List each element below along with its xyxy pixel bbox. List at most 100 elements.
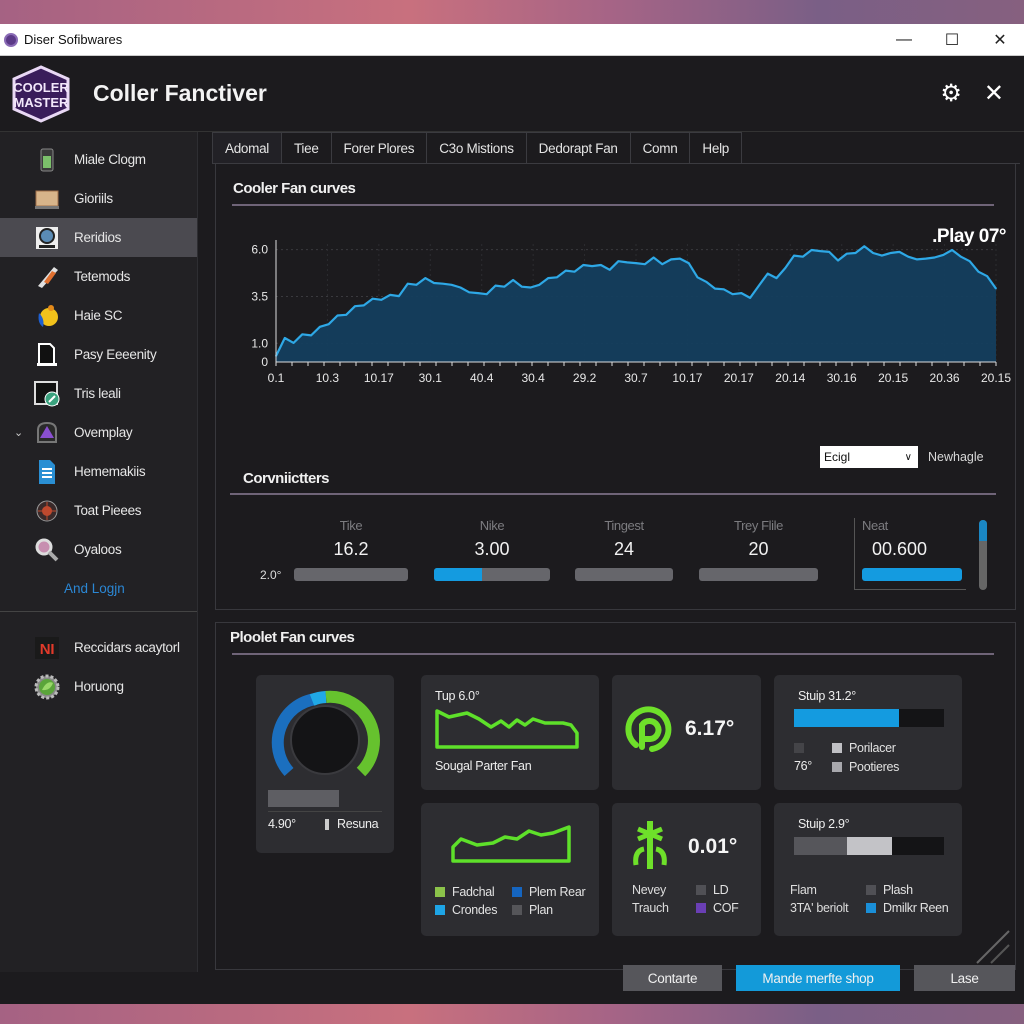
data-point: [863, 245, 866, 248]
legend-porilacer: Porilacer: [832, 741, 896, 755]
tab-help[interactable]: Help: [690, 132, 742, 163]
counters-scrollbar[interactable]: [979, 520, 987, 590]
window-close-button[interactable]: ✕: [976, 24, 1024, 55]
sidebar-item-tetemods[interactable]: Tetemods: [0, 257, 197, 296]
data-point: [758, 284, 760, 287]
gauge-knob[interactable]: [290, 705, 360, 775]
data-point: [643, 263, 646, 266]
data-point: [336, 314, 339, 317]
sidebar-item-tris-leali[interactable]: Tris leali: [0, 374, 197, 413]
lase-button[interactable]: Lase: [914, 965, 1015, 991]
legend-swatch: [866, 885, 876, 895]
logo-text-bottom: MASTER: [14, 95, 70, 110]
gauge-divider: [268, 811, 382, 812]
resize-handle-icon[interactable]: [973, 927, 1013, 967]
tab-adomal[interactable]: Adomal: [212, 132, 282, 163]
sidebar-item-reridios[interactable]: Reridios: [0, 218, 197, 257]
legend-swatch: [696, 903, 706, 913]
fan-curve-chart: .Play 07° 0 1.0 3.5 6.0 0.1 10.3 10.17 30.1 40.4…: [234, 208, 1024, 398]
counter-neat: Neat 00.600: [862, 518, 962, 581]
tab-c3o-mistions[interactable]: C3o Mistions: [427, 132, 527, 163]
section-title-ploolet: Ploolet Fan curves: [230, 629, 355, 646]
data-point: [573, 270, 576, 273]
data-point: [415, 284, 418, 286]
gauge-legend-swatch: [325, 818, 329, 830]
x-tick-label: 29.2: [573, 371, 597, 385]
counter-label: Nike: [479, 518, 505, 533]
data-point: [468, 291, 470, 294]
maximize-button[interactable]: ☐: [928, 24, 976, 55]
fan-gauge[interactable]: [256, 681, 394, 791]
bug-icon: [34, 498, 60, 524]
data-point: [661, 263, 664, 266]
p-value-card: 6.17°: [612, 675, 761, 790]
data-point: [538, 284, 541, 286]
sidebar-item-oyaloos[interactable]: Oyaloos: [0, 530, 197, 569]
gauge-value: 4.90°: [268, 817, 296, 831]
scrollbar-thumb[interactable]: [979, 520, 987, 541]
header-close-icon[interactable]: ✕: [984, 81, 1004, 106]
stuip-bar: [794, 709, 944, 727]
contarte-button[interactable]: Contarte: [623, 965, 722, 991]
section-rule: [230, 493, 996, 495]
curve-card-title: Tup 6.0°: [435, 689, 480, 703]
sidebar-item-toat-pieees[interactable]: Toat Pieees: [0, 491, 197, 530]
data-point: [424, 277, 427, 279]
counter-label: Tingest: [604, 518, 644, 533]
data-point: [942, 254, 945, 256]
tab-forer-plores[interactable]: Forer Plores: [331, 132, 428, 163]
section-title-fan-curves: Cooler Fan curves: [233, 180, 356, 197]
minimize-button[interactable]: —: [880, 24, 928, 55]
sidebar-item-pasy-eeeenity[interactable]: Pasy Eeeenity: [0, 335, 197, 374]
counter-label: Trey Flile: [734, 518, 783, 533]
data-point: [995, 287, 997, 290]
sidebar-item-reccidars-acaytorl[interactable]: NI Reccidars acaytorl: [0, 628, 197, 667]
data-point: [652, 256, 655, 259]
magnifier-icon: [34, 537, 60, 563]
chevron-down-icon[interactable]: ⌄: [14, 426, 23, 439]
sidebar-item-ovemplay[interactable]: ⌄ Ovemplay: [0, 413, 197, 452]
mini-curve-1: [435, 709, 579, 749]
data-point: [380, 299, 383, 301]
x-tick-label: 30.4: [521, 371, 545, 385]
tree-left-label-2: Trauch: [632, 901, 669, 915]
data-point: [933, 256, 936, 259]
mande-merfte-shop-button[interactable]: Mande merfte shop: [736, 965, 900, 991]
data-point: [600, 264, 602, 266]
sidebar-item-haie-sc[interactable]: Haie SC: [0, 296, 197, 335]
sidebar-item-miale-clogm[interactable]: Miale Clogm: [0, 140, 197, 179]
gauge-arc-cyan: [309, 691, 327, 706]
stuip-left-label-2: 3TA' beriolt: [790, 901, 849, 915]
data-point: [924, 257, 927, 260]
tree-value: 0.01°: [688, 835, 738, 858]
data-point: [749, 297, 751, 299]
gauge-legend-label: Resuna: [337, 817, 379, 831]
mini-curve-2: [451, 825, 571, 863]
mode-select[interactable]: Ecigl ∨: [820, 446, 918, 468]
login-link[interactable]: And Logjn: [0, 569, 197, 607]
legend-label: COF: [713, 901, 739, 915]
sidebar-item-horuong[interactable]: Horuong: [0, 667, 197, 706]
legend-swatch: [435, 905, 445, 915]
tab-comn[interactable]: Comn: [630, 132, 691, 163]
counter-bar: [699, 568, 818, 581]
legend-cof: COF: [696, 901, 739, 915]
ni-icon: NI: [34, 635, 60, 661]
legend-label: Porilacer: [849, 741, 896, 755]
x-tick-label: 20.36: [930, 371, 960, 385]
sidebar-item-gioriils[interactable]: Gioriils: [0, 179, 197, 218]
legend-crondes: Crondes: [435, 903, 497, 917]
data-point: [828, 251, 830, 253]
curve-card-caption: Sougal Parter Fan: [435, 759, 532, 773]
sidebar-item-hememakiis[interactable]: Hememakiis: [0, 452, 197, 491]
stuip-bar-segment-light: [846, 837, 892, 855]
data-point: [986, 275, 989, 278]
tab-dedorapt-fan[interactable]: Dedorapt Fan: [526, 132, 631, 163]
data-point: [951, 249, 953, 251]
chevron-down-icon: ∨: [904, 451, 912, 463]
x-tick-label: 10.3: [316, 371, 340, 385]
settings-gear-icon[interactable]: ⚙: [940, 81, 962, 106]
counter-tike: Tike 16.2: [294, 518, 408, 581]
tab-tiee[interactable]: Tiee: [281, 132, 332, 163]
p-logo-icon: [625, 706, 672, 752]
